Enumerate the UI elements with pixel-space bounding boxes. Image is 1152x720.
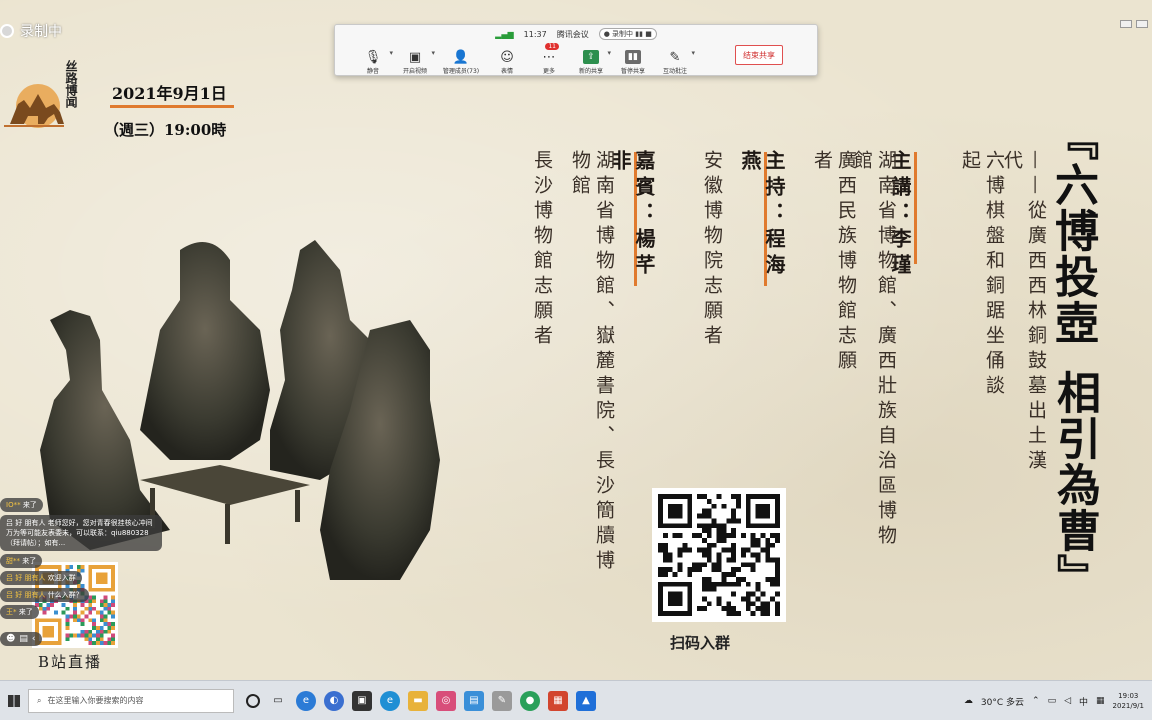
signal-bars-icon: ▂▄▆ [495,29,514,39]
chevron-left-icon[interactable]: ‹ [32,634,36,644]
tool-icon[interactable]: ✎ [492,690,512,711]
weather-text[interactable]: 30°C 多云 [981,695,1024,708]
meeting-tools: 🎙 静音 ▾ ▣ 开启视频 ▾ 👤 管理成员(73) ☺ 表情 ⋯ 11 更多 [355,43,695,76]
annotate-icon: ✎ [669,49,681,65]
meeting-status-bar: ▂▄▆ 11:37 腾讯会议 ● 录制中 ▮▮ ■ [335,27,817,41]
mute-button[interactable]: 🎙 静音 ▾ [355,43,393,75]
chat-message: 王* 来了 [0,605,39,619]
pause-icon: ▮▮ [625,50,641,64]
emoji-button[interactable]: ☺ 表情 [489,43,525,76]
video-off-icon: ▣ [408,49,422,65]
host-org: 安徽博物院志願者 [701,150,723,350]
chevron-down-icon[interactable]: ▾ [431,49,435,57]
chevron-down-icon[interactable]: ▾ [389,49,393,57]
meeting-time: 11:37 [523,29,547,39]
chevron-up-icon[interactable]: ⌃ [1032,696,1040,706]
host-label: 主持：程海燕 [738,150,786,280]
chat-message: 吕 好 朋有人 什么入群？ [0,588,89,602]
title-line-2-wrap: 相引為曹』 [1046,370,1102,600]
manage-members-button[interactable]: 👤 管理成员(73) [439,43,483,76]
subtitle-b: 六博棋盤和銅踞坐俑談起 [959,150,1005,400]
title-line-1: 六博投壺 [1047,162,1098,346]
start-button[interactable] [8,694,20,707]
taskbar-search-input[interactable]: ⌕ 在这里输入你要搜索的内容 [28,688,234,713]
network-icon[interactable]: ▭ [1048,696,1057,706]
qr-caption: 扫码入群 [670,634,731,652]
cortana-icon[interactable] [246,693,260,708]
ime-indicator[interactable]: 中 [1079,695,1088,708]
qr-code[interactable] [652,488,786,622]
date-accent-line [110,105,234,108]
recording-dot-icon [0,24,14,38]
more-icon: ⋯ [542,49,556,65]
presentation-icon[interactable]: ▤ [464,690,484,711]
person-icon: 👤 [452,49,470,65]
chevron-down-icon[interactable]: ▾ [691,49,695,57]
pdf-icon[interactable]: ▦ [548,690,568,711]
chat-message: IO** 来了 [0,498,43,512]
chevron-down-icon[interactable]: ▾ [607,49,611,57]
annotate-button[interactable]: ✎ 互动批注 ▾ [657,43,695,75]
taskbar-clock[interactable]: 19:03 2021/9/1 [1113,691,1144,711]
new-share-button[interactable]: ⇪ 新的共享 ▾ [573,43,611,75]
chat-message: 吕 好 朋有人 欢迎入群 [0,571,82,585]
event-weekday-time: （週三）19:00時 [104,121,227,139]
emoji-icon: ☺ [500,49,514,65]
share-icon: ⇪ [583,50,599,64]
camel-logo [4,84,64,128]
tencent-meeting-icon[interactable]: ▲ [576,690,596,711]
chat-message: 甜** 来了 [0,554,43,568]
title-open-bracket: 『 [1047,116,1098,162]
more-button[interactable]: ⋯ 11 更多 [531,43,567,75]
weather-icon[interactable]: ☁ [964,696,973,706]
keyboard-icon[interactable]: ▤ [19,634,28,644]
maximize-icon[interactable] [1136,20,1148,28]
search-icon: ⌕ [37,695,42,705]
ie-browser-icon[interactable]: e [296,690,316,711]
guest-org-b: 長沙博物館志願者 [531,150,553,350]
title-close-bracket: 』 [1049,554,1100,600]
title-line-2: 相引為曹 [1049,370,1100,554]
meeting-toolbar: ▂▄▆ 11:37 腾讯会议 ● 录制中 ▮▮ ■ 🎙 静音 ▾ ▣ 开启视频 … [334,24,818,76]
bilibili-live-label: B站直播 [38,653,103,671]
volume-icon[interactable]: ◁ [1064,696,1071,706]
more-badge: 11 [545,43,559,50]
guest-org-a: 湖南省博物館、嶽麓書院、長沙簡牘博物館 [569,150,615,575]
folder-icon[interactable]: ▬ [408,690,428,711]
emoji-icon[interactable]: ☻ [6,634,15,644]
video-button[interactable]: ▣ 开启视频 ▾ [397,43,435,75]
speaker-org-b: 廣西民族博物館志願者 [811,150,857,375]
chrome-icon[interactable]: ● [520,690,540,711]
chat-controls: ☻ ▤ ‹ [0,632,42,646]
window-controls [1120,20,1148,28]
recording-label: 录制中 [20,24,62,40]
media-icon[interactable]: ◎ [436,690,456,711]
edge-browser-icon[interactable]: e [380,690,400,711]
search-placeholder: 在这里输入你要搜索的内容 [47,696,144,705]
windows-taskbar: ⌕ 在这里输入你要搜索的内容 ▭ e ◐ ▣ e ▬ ◎ ▤ ✎ ● ▦ ▲ ☁… [0,680,1152,720]
meeting-app-name: 腾讯会议 [556,29,589,39]
system-tray: ☁ 30°C 多云 ⌃ ▭ ◁ 中 ▦ 19:03 2021/9/1 [964,681,1144,720]
meeting-recording-pill[interactable]: ● 录制中 ▮▮ ■ [598,28,657,40]
recording-indicator: 录制中 [0,22,62,40]
task-view-icon[interactable]: ▭ [268,691,288,711]
store-icon[interactable]: ▣ [352,690,372,711]
speaker-accent-bar [914,152,917,264]
subtitle-a: ——從廣西西林銅鼓墓出土漢代 [1001,150,1047,475]
ime-mode-icon[interactable]: ▦ [1096,696,1105,706]
minimize-icon[interactable] [1120,20,1132,28]
live-chat-overlay: IO** 来了 吕 好 朋有人 老师您好，您对青春很挂核心冲间万为等可能友表委未… [0,498,170,622]
chat-message: 吕 好 朋有人 老师您好，您对青春很挂核心冲间万为等可能友表委未，可以联系：qi… [0,515,162,551]
shared-screen: 录制中 ▂▄▆ 11:37 腾讯会议 ● 录制中 ▮▮ ■ 🎙 静音 ▾ ▣ 开… [0,0,1152,680]
microphone-icon: 🎙 [364,49,382,65]
end-share-button[interactable]: 结束共享 [735,45,783,65]
pause-share-button[interactable]: ▮▮ 暂停共享 [615,43,651,75]
app-icon[interactable]: ◐ [324,690,344,711]
event-date: 2021年9月1日 [112,84,227,103]
logo-text: 丝路博闻 [64,60,78,108]
